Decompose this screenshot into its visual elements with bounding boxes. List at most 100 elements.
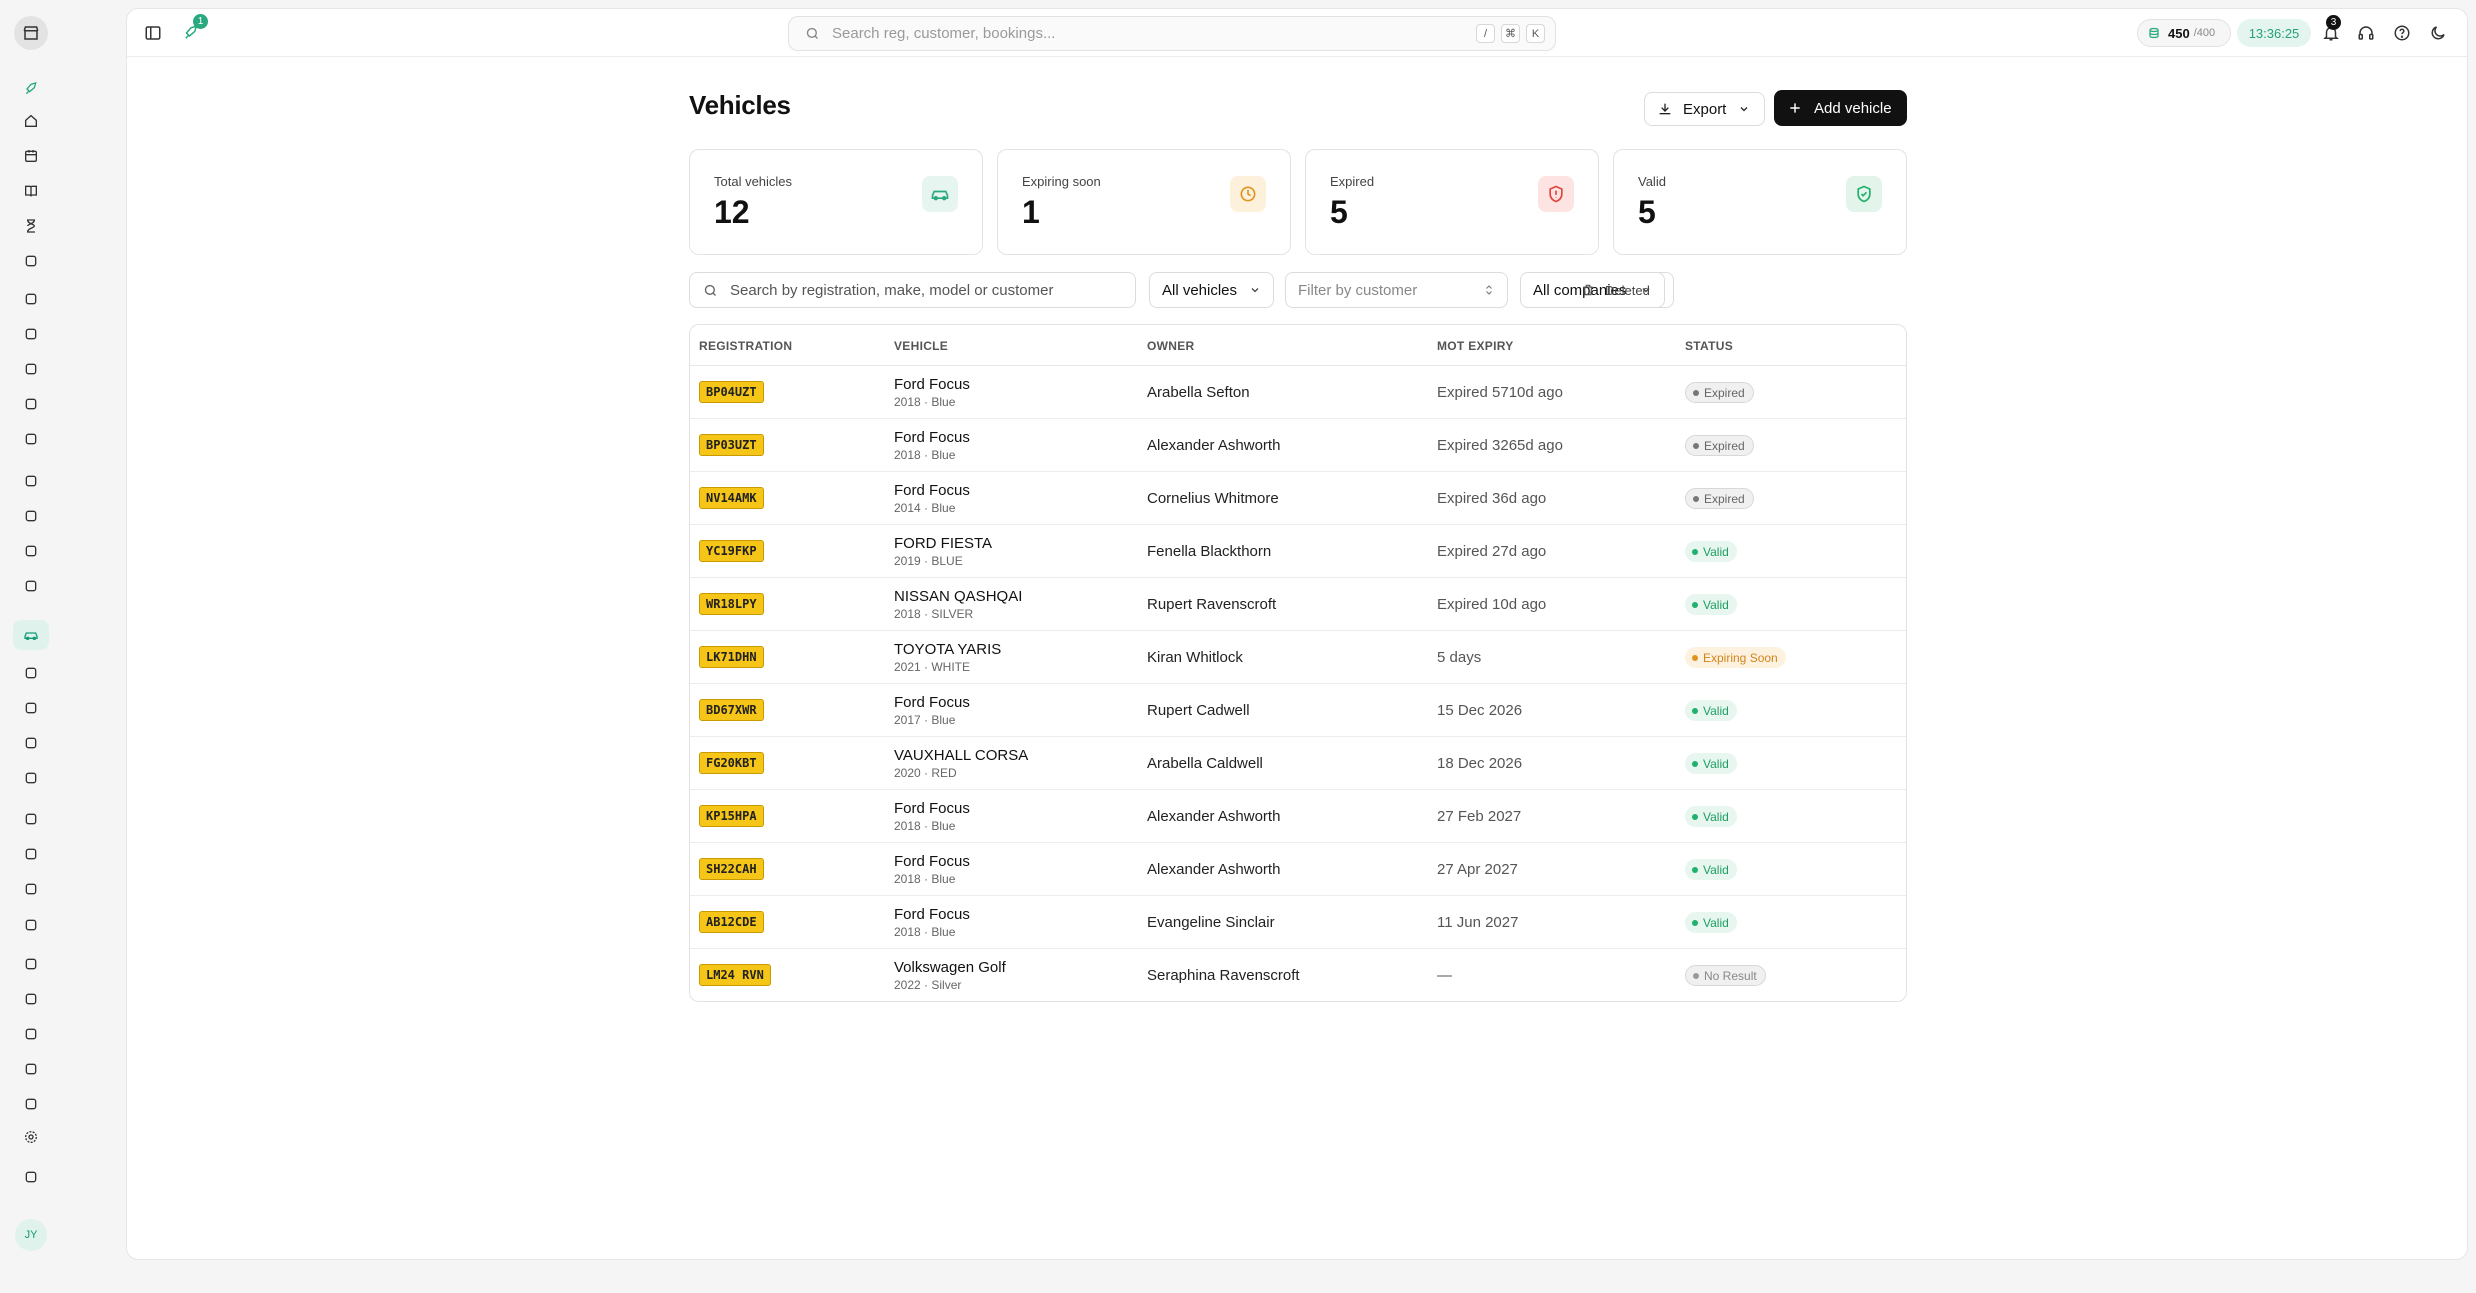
- owner-name: Seraphina Ravenscroft: [1147, 967, 1300, 984]
- status-label: Expired: [1704, 438, 1745, 453]
- help-icon[interactable]: [2390, 21, 2414, 45]
- table-header: REGISTRATION VEHICLE OWNER MOT EXPIRY ST…: [690, 325, 1906, 366]
- table-row[interactable]: NV14AMK Ford Focus 2014 · Blue Cornelius…: [690, 472, 1906, 525]
- vehicle-details: 2014 · Blue: [894, 501, 956, 515]
- table-row[interactable]: YC19FKP FORD FIESTA 2019 · BLUE Fenella …: [690, 525, 1906, 578]
- avatar-initials: JY: [24, 1229, 38, 1241]
- status-label: Valid: [1703, 756, 1729, 771]
- status-dot: [1692, 601, 1698, 608]
- sidebar-rail: JY: [0, 0, 62, 1293]
- table-row[interactable]: FG20KBT VAUXHALL CORSA 2020 · RED Arabel…: [690, 737, 1906, 790]
- registration-plate: YC19FKP: [699, 540, 764, 562]
- sliders-icon[interactable]: [20, 1166, 42, 1188]
- folder-icon[interactable]: [20, 1093, 42, 1115]
- table-row[interactable]: WR18LPY NISSAN QASHQAI 2018 · SILVER Rup…: [690, 578, 1906, 631]
- shield-alert-icon: [1538, 176, 1574, 212]
- table-row[interactable]: BD67XWR Ford Focus 2017 · Blue Rupert Ca…: [690, 684, 1906, 737]
- header-status[interactable]: STATUS: [1685, 339, 1733, 353]
- status-label: Valid: [1703, 915, 1729, 930]
- vehicle-name: Volkswagen Golf: [894, 959, 1006, 976]
- book-icon[interactable]: [20, 180, 42, 202]
- status-dot: [1693, 495, 1699, 502]
- customer-filter-select[interactable]: Filter by customer: [1285, 272, 1508, 308]
- header-vehicle[interactable]: VEHICLE: [894, 339, 948, 353]
- header-registration[interactable]: REGISTRATION: [699, 339, 792, 353]
- table-row[interactable]: KP15HPA Ford Focus 2018 · Blue Alexander…: [690, 790, 1906, 843]
- header-mot-expiry[interactable]: MOT EXPIRY: [1437, 339, 1514, 353]
- wrench-icon[interactable]: [20, 250, 42, 272]
- search-icon: [806, 27, 818, 39]
- credits-total: /400: [2193, 27, 2216, 39]
- vehicle-name: Ford Focus: [894, 694, 970, 711]
- star-icon[interactable]: [20, 428, 42, 450]
- export-label: Export: [1683, 100, 1727, 118]
- registration-plate: SH22CAH: [699, 858, 764, 880]
- header-owner[interactable]: OWNER: [1147, 339, 1195, 353]
- checklist-icon[interactable]: [20, 843, 42, 865]
- stat-label: Expired: [1330, 174, 1375, 189]
- inbox-icon[interactable]: [20, 288, 42, 310]
- document-icon[interactable]: [20, 470, 42, 492]
- cart-icon[interactable]: [20, 732, 42, 754]
- home-icon[interactable]: [20, 110, 42, 132]
- dark-mode-icon[interactable]: [2426, 21, 2450, 45]
- status-dot: [1692, 866, 1698, 873]
- megaphone-icon[interactable]: [20, 808, 42, 830]
- vehicle-cell: Volkswagen Golf 2022 · Silver: [894, 959, 1006, 992]
- table-row[interactable]: BP04UZT Ford Focus 2018 · Blue Arabella …: [690, 366, 1906, 419]
- global-search[interactable]: Search reg, customer, bookings... / ⌘ K: [788, 16, 1556, 51]
- report-icon[interactable]: [20, 988, 42, 1010]
- car-icon[interactable]: [13, 620, 49, 650]
- registration-plate: LK71DHN: [699, 646, 764, 668]
- vehicle-search-input[interactable]: Search by registration, make, model or c…: [689, 272, 1136, 308]
- avatar[interactable]: JY: [15, 1219, 47, 1251]
- stat-card-valid[interactable]: Valid 5: [1613, 149, 1907, 255]
- receipt-icon[interactable]: [20, 505, 42, 527]
- table-row[interactable]: SH22CAH Ford Focus 2018 · Blue Alexander…: [690, 843, 1906, 896]
- deleted-toggle[interactable]: Deleted: [1581, 272, 1650, 308]
- table-row[interactable]: AB12CDE Ford Focus 2018 · Blue Evangelin…: [690, 896, 1906, 949]
- clipboard-icon[interactable]: [20, 393, 42, 415]
- vehicles-filter-value: All vehicles: [1162, 281, 1238, 299]
- info-icon[interactable]: [20, 914, 42, 936]
- table-row[interactable]: LM24 RVN Volkswagen Golf 2022 · Silver S…: [690, 949, 1906, 1001]
- garage-icon[interactable]: [20, 358, 42, 380]
- credits-value: 450: [2168, 25, 2190, 41]
- add-vehicle-button[interactable]: Add vehicle: [1774, 90, 1907, 126]
- add-vehicle-label: Add vehicle: [1814, 99, 1892, 117]
- users-icon[interactable]: [20, 323, 42, 345]
- export-button[interactable]: Export: [1644, 92, 1765, 126]
- activity-badge: 1: [193, 14, 208, 29]
- vehicle-name: VAUXHALL CORSA: [894, 747, 1029, 764]
- gift-icon[interactable]: [20, 575, 42, 597]
- rocket-icon[interactable]: [20, 78, 42, 100]
- status-dot: [1692, 813, 1698, 820]
- settings-icon[interactable]: [20, 1126, 42, 1148]
- vehicles-filter-select[interactable]: All vehicles: [1149, 272, 1274, 308]
- truck-icon[interactable]: [20, 697, 42, 719]
- stat-card-expired[interactable]: Expired 5: [1305, 149, 1599, 255]
- trash-icon: [1583, 284, 1593, 296]
- chart-icon[interactable]: [20, 1058, 42, 1080]
- vehicle-cell: Ford Focus 2018 · Blue: [894, 853, 970, 886]
- package-icon[interactable]: [20, 767, 42, 789]
- stat-card-total-vehicles[interactable]: Total vehicles 12: [689, 149, 983, 255]
- chevron-updown-icon: [1486, 285, 1492, 295]
- mot-expiry: —: [1437, 967, 1452, 984]
- tools-icon[interactable]: [20, 662, 42, 684]
- calendar-icon[interactable]: [20, 145, 42, 167]
- stat-card-expiring-soon[interactable]: Expiring soon 1: [997, 149, 1291, 255]
- store-logo-icon[interactable]: [14, 16, 48, 50]
- status-badge: Expired: [1685, 382, 1754, 403]
- bank-icon[interactable]: [20, 540, 42, 562]
- table-row[interactable]: BP03UZT Ford Focus 2018 · Blue Alexander…: [690, 419, 1906, 472]
- table-row[interactable]: LK71DHN TOYOTA YARIS 2021 · WHITE Kiran …: [690, 631, 1906, 684]
- user-check-icon[interactable]: [20, 1023, 42, 1045]
- hourglass-icon[interactable]: [20, 215, 42, 237]
- team-icon[interactable]: [20, 878, 42, 900]
- sparkles-icon[interactable]: [20, 953, 42, 975]
- toggle-sidebar-icon[interactable]: [141, 21, 165, 45]
- credits-indicator[interactable]: 450 /400: [2137, 19, 2231, 47]
- headset-icon[interactable]: [2354, 21, 2378, 45]
- vehicle-cell: Ford Focus 2017 · Blue: [894, 694, 970, 727]
